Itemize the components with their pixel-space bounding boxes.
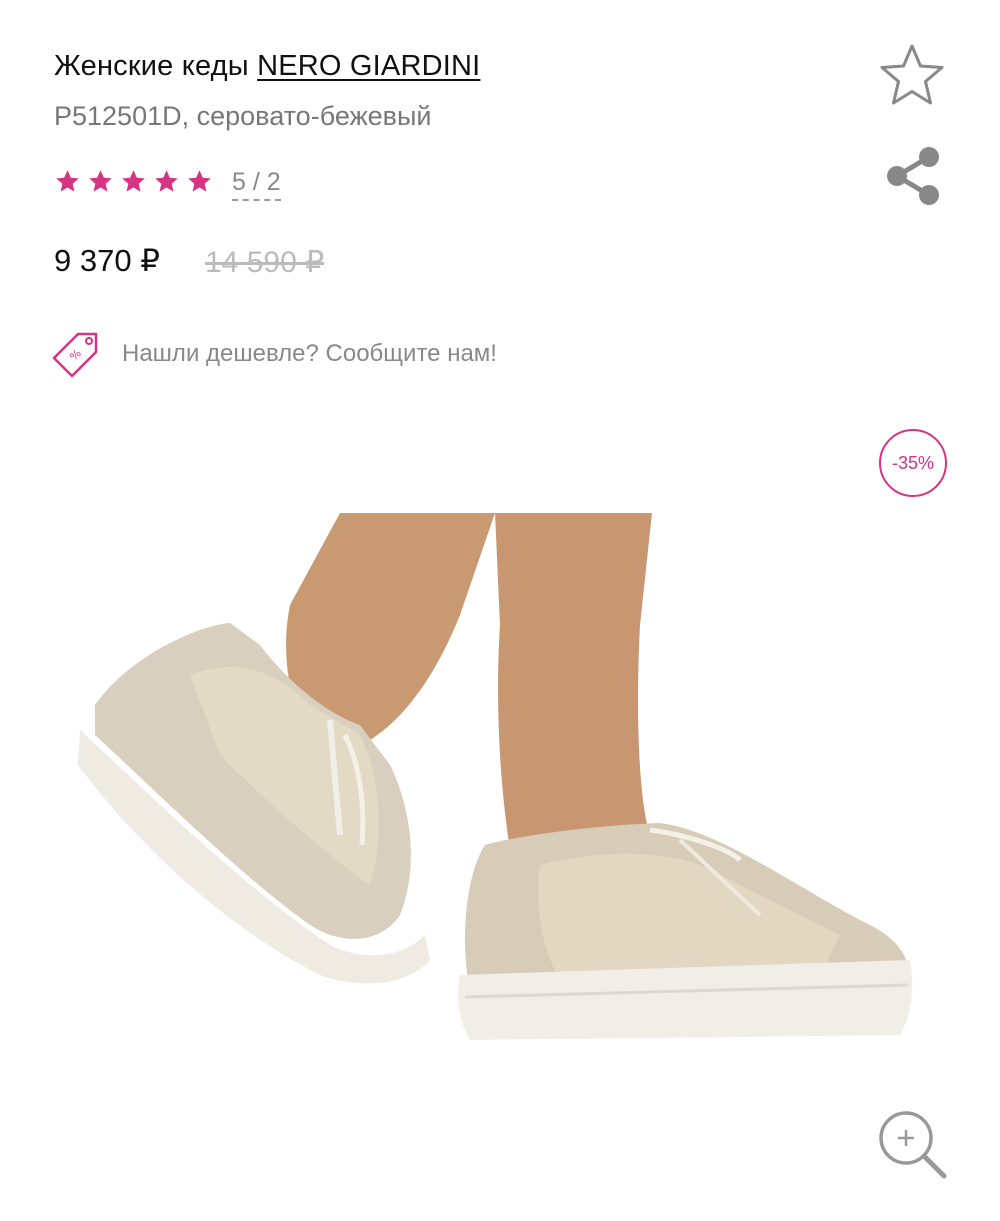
brand-link[interactable]: NERO GIARDINI — [257, 50, 480, 82]
star-filled-icon — [188, 170, 211, 192]
zoom-button[interactable] — [876, 1108, 948, 1180]
star-filled-icon — [155, 170, 178, 192]
leg-right — [495, 513, 652, 850]
product-image[interactable] — [40, 505, 930, 1065]
current-price: 9 370 ₽ — [54, 243, 160, 278]
old-price: 14 590 ₽ — [205, 246, 325, 279]
share-button[interactable] — [884, 145, 942, 207]
share-icon — [887, 147, 939, 205]
star-filled-icon — [56, 170, 79, 192]
product-subtitle: P512501D, серовато-бежевый — [54, 101, 432, 131]
found-cheaper-link[interactable]: % Нашли дешевле? Сообщите нам! — [52, 330, 497, 378]
star-filled-icon — [89, 170, 112, 192]
product-type: Женские кеды — [54, 50, 249, 82]
product-title: Женские кеды NERO GIARDINI — [54, 50, 480, 83]
found-cheaper-text: Нашли дешевле? Сообщите нам! — [122, 340, 497, 367]
reviews-link[interactable]: 5 / 2 — [232, 168, 281, 201]
sneaker-right — [458, 823, 913, 1040]
favorite-button[interactable] — [878, 42, 946, 110]
zoom-in-icon — [879, 1111, 947, 1179]
star-outline-icon — [880, 44, 944, 105]
discount-tag-icon: % — [52, 332, 98, 378]
star-filled-icon — [122, 170, 145, 192]
rating-stars — [54, 168, 213, 195]
svg-text:%: % — [67, 347, 84, 364]
discount-badge: -35% — [879, 429, 947, 497]
